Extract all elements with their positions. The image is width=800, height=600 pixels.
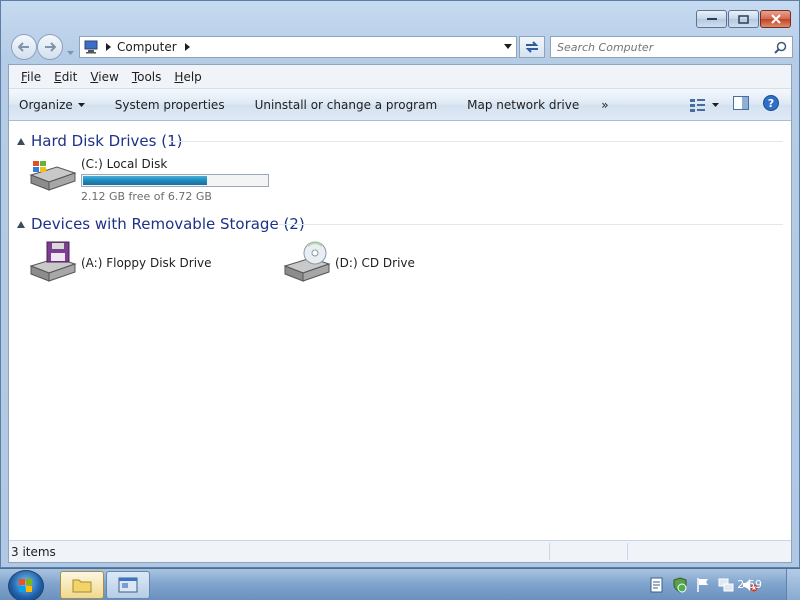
breadcrumb-expand-icon	[184, 43, 190, 51]
caption-buttons	[696, 10, 791, 28]
svg-text:?: ?	[768, 97, 774, 110]
collapse-triangle-icon	[17, 137, 25, 145]
minimize-button[interactable]	[696, 10, 727, 28]
hard-drive-windows-icon	[29, 161, 77, 191]
arrow-right-icon	[45, 42, 56, 52]
organize-button[interactable]: Organize	[19, 98, 85, 112]
menu-help[interactable]: Help	[174, 70, 201, 84]
menu-edit[interactable]: Edit	[54, 70, 77, 84]
document-icon	[650, 577, 663, 593]
forward-button[interactable]	[37, 34, 63, 60]
drive-c-usage-bar	[81, 174, 269, 187]
refresh-button[interactable]	[519, 36, 545, 58]
organize-label: Organize	[19, 97, 73, 112]
drive-a-floppy[interactable]: (A:) Floppy Disk Drive	[27, 240, 212, 286]
taskbar-app-button[interactable]	[106, 571, 150, 599]
window-app-icon	[118, 577, 138, 593]
security-shield-icon	[673, 577, 687, 593]
drive-d-cd[interactable]: (D:) CD Drive	[281, 240, 415, 286]
help-button[interactable]: ?	[763, 95, 779, 114]
more-commands-button[interactable]: »	[601, 98, 608, 112]
menu-file[interactable]: File	[21, 70, 41, 84]
uninstall-program-button[interactable]: Uninstall or change a program	[255, 98, 438, 112]
taskbar-explorer-button[interactable]	[60, 571, 104, 599]
folder-icon	[72, 579, 92, 593]
drive-c-usage-fill	[83, 176, 208, 185]
system-properties-button[interactable]: System properties	[115, 98, 225, 112]
group-title-removable: Devices with Removable Storage (2)	[31, 215, 305, 233]
menu-bar: File Edit View Tools Help	[9, 65, 791, 89]
search-input[interactable]	[557, 40, 762, 54]
status-bar: 3 items	[9, 540, 791, 562]
chevron-down-icon	[77, 102, 85, 107]
group-divider	[169, 141, 783, 142]
close-button[interactable]	[760, 10, 791, 28]
search-icon	[774, 41, 787, 54]
group-title-hard-disks: Hard Disk Drives (1)	[31, 132, 183, 150]
command-bar: Organize System properties Uninstall or …	[9, 89, 791, 121]
address-bar[interactable]: Computer	[79, 36, 517, 58]
menu-tools[interactable]: Tools	[132, 70, 162, 84]
minimize-icon	[706, 18, 717, 20]
drive-d-label: (D:) CD Drive	[335, 256, 415, 270]
view-details-icon	[690, 98, 705, 112]
taskbar: 2:59	[0, 568, 800, 600]
drive-a-label: (A:) Floppy Disk Drive	[81, 256, 212, 270]
close-icon	[770, 14, 781, 24]
chevron-down-icon	[712, 102, 719, 107]
group-divider	[279, 224, 783, 225]
action-center-flag-icon	[697, 578, 708, 592]
show-desktop-button[interactable]	[786, 569, 800, 600]
command-bar-right: ?	[690, 95, 779, 114]
floppy-drive-icon	[29, 241, 77, 282]
search-box[interactable]	[550, 36, 793, 58]
arrow-left-icon	[18, 42, 29, 52]
taskbar-clock[interactable]: 2:59	[737, 578, 762, 591]
navigation-row: Computer	[9, 34, 793, 60]
system-tray	[590, 569, 800, 600]
change-view-button[interactable]	[690, 98, 719, 112]
breadcrumb-separator-icon	[106, 43, 111, 51]
network-icon	[718, 578, 734, 592]
drive-c-local-disk[interactable]: (C:) Local Disk 2.12 GB free of 6.72 GB	[27, 157, 269, 203]
breadcrumb-computer[interactable]: Computer	[117, 40, 177, 54]
back-button[interactable]	[11, 34, 37, 60]
collapse-triangle-icon	[17, 220, 25, 228]
explorer-content: Hard Disk Drives (1) (C:) Local Disk 2.1…	[9, 122, 791, 542]
computer-icon	[84, 40, 98, 54]
cd-drive-icon	[283, 241, 331, 282]
preview-pane-icon	[733, 96, 749, 110]
status-items-count: 3 items	[11, 544, 56, 559]
status-divider	[627, 543, 628, 560]
maximize-button[interactable]	[728, 10, 759, 28]
maximize-icon	[738, 14, 749, 24]
start-button[interactable]	[8, 570, 44, 600]
preview-pane-button[interactable]	[733, 96, 749, 113]
group-header-hard-disks[interactable]: Hard Disk Drives (1)	[17, 132, 182, 150]
help-icon: ?	[763, 95, 779, 111]
windows-logo-icon	[19, 579, 32, 592]
drive-c-free-space: 2.12 GB free of 6.72 GB	[81, 190, 212, 203]
map-network-drive-button[interactable]: Map network drive	[467, 98, 579, 112]
address-dropdown-icon	[504, 44, 512, 49]
menu-view[interactable]: View	[90, 70, 118, 84]
chevron-down-icon	[67, 51, 74, 55]
explorer-client-area: File Edit View Tools Help Organize Syste…	[8, 64, 792, 563]
explorer-window: Computer File Edit View Tools Help Organ…	[0, 0, 800, 568]
status-divider	[549, 543, 550, 560]
recent-pages-dropdown[interactable]	[67, 44, 74, 58]
group-header-removable[interactable]: Devices with Removable Storage (2)	[17, 215, 305, 233]
drive-c-label: (C:) Local Disk	[81, 157, 168, 171]
drive-c-details: (C:) Local Disk 2.12 GB free of 6.72 GB	[81, 157, 269, 203]
refresh-icon	[525, 41, 539, 53]
